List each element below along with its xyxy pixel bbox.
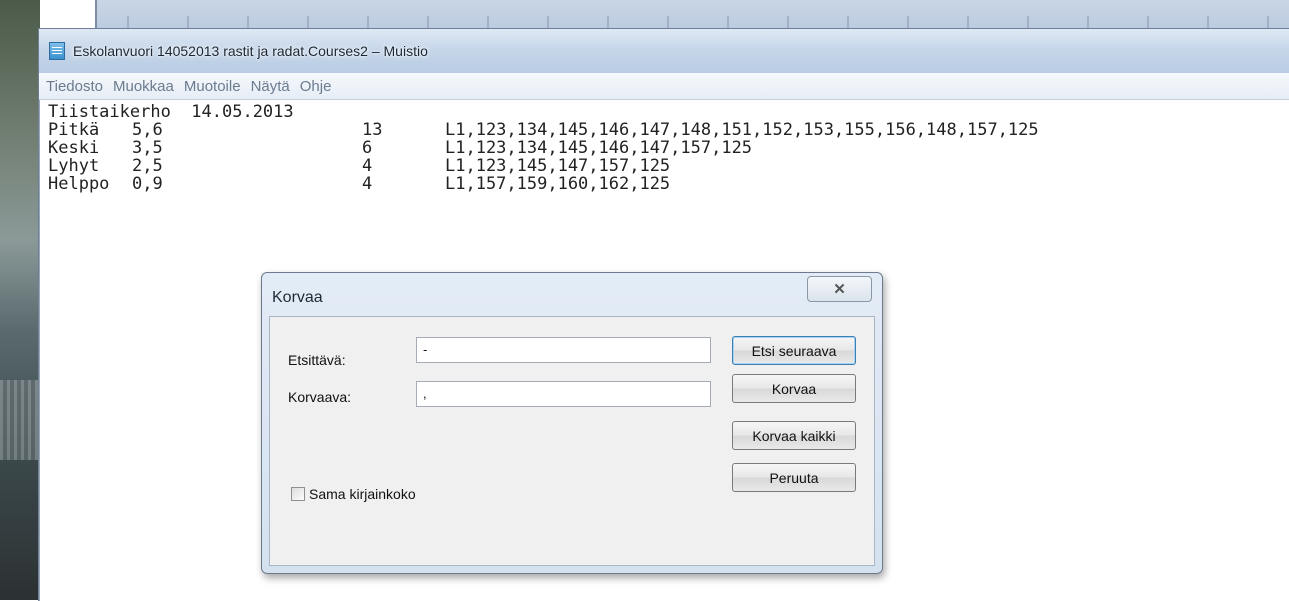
menu-item-tiedosto[interactable]: Tiedosto xyxy=(41,78,108,95)
course-control-count: 6 xyxy=(362,138,373,158)
course-name: Pitkä xyxy=(48,120,100,140)
replace-button[interactable]: Korvaa xyxy=(732,374,856,403)
course-name: Helppo xyxy=(48,174,110,194)
course-row: Keski 3,5 6 L1,123,134,145,146,147,157,125 xyxy=(48,139,1289,157)
menu-item-muokkaa[interactable]: Muokkaa xyxy=(108,78,179,95)
close-button[interactable]: ✕ xyxy=(807,276,872,302)
replace-input[interactable]: , xyxy=(416,381,711,407)
title-bar[interactable]: Eskolanvuori 14052013 rastit ja radat.Co… xyxy=(39,29,1289,73)
course-row: Helppo 0,9 4 L1,157,159,160,162,125 xyxy=(48,175,1289,193)
course-length: 5,6 xyxy=(132,120,163,140)
course-length: 2,5 xyxy=(132,156,163,176)
course-control-count: 4 xyxy=(362,174,373,194)
desktop-background xyxy=(0,0,40,600)
dialog-body: Etsittävä: - Korvaava: , Etsi seuraava K… xyxy=(269,316,875,566)
close-icon: ✕ xyxy=(833,281,846,298)
find-next-button[interactable]: Etsi seuraava xyxy=(732,336,856,365)
course-controls: L1,123,134,145,146,147,148,151,152,153,1… xyxy=(445,120,1039,140)
course-name: Lyhyt xyxy=(48,156,100,176)
header-line: Tiistaikerho 14.05.2013 xyxy=(48,102,294,122)
find-input[interactable]: - xyxy=(416,337,711,363)
match-case-checkbox[interactable] xyxy=(291,487,305,501)
course-length: 0,9 xyxy=(132,174,163,194)
menu-item-muotoile[interactable]: Muotoile xyxy=(179,78,246,95)
cancel-button[interactable]: Peruuta xyxy=(732,463,856,492)
replace-label: Korvaava: xyxy=(288,389,352,405)
dialog-title: Korvaa xyxy=(272,289,323,306)
menu-item-ohje[interactable]: Ohje xyxy=(295,78,337,95)
course-control-count: 13 xyxy=(362,120,383,140)
course-controls: L1,157,159,160,162,125 xyxy=(445,174,671,194)
course-length: 3,5 xyxy=(132,138,163,158)
course-controls: L1,123,145,147,157,125 xyxy=(445,156,671,176)
course-control-count: 4 xyxy=(362,156,373,176)
notepad-icon xyxy=(49,42,65,60)
find-label: Etsittävä: xyxy=(288,352,346,368)
menu-bar: Tiedosto Muokkaa Muotoile Näytä Ohje xyxy=(39,73,1289,100)
course-controls: L1,123,134,145,146,147,157,125 xyxy=(445,138,753,158)
match-case-label[interactable]: Sama kirjainkoko xyxy=(309,486,416,502)
course-row: Lyhyt 2,5 4 L1,123,145,147,157,125 xyxy=(48,157,1289,175)
menu-item-nayta[interactable]: Näytä xyxy=(246,78,295,95)
course-row: Pitkä 5,6 13 L1,123,134,145,146,147,148,151… xyxy=(48,121,1289,139)
course-name: Keski xyxy=(48,138,100,158)
window-title: Eskolanvuori 14052013 rastit ja radat.Co… xyxy=(73,43,428,59)
replace-dialog: Korvaa ✕ Etsittävä: - Korvaava: , Etsi s… xyxy=(261,272,883,574)
replace-all-button[interactable]: Korvaa kaikki xyxy=(732,421,856,450)
